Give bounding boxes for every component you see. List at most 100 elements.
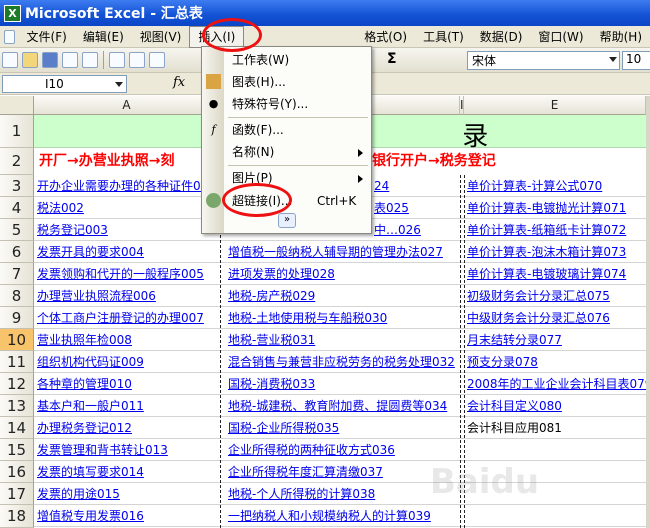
row-header[interactable]: 1 — [0, 115, 34, 148]
cell[interactable]: 国税-消费税033 — [226, 373, 460, 395]
cell[interactable]: 基本户和一般户011 — [35, 395, 220, 417]
row-header[interactable]: 14 — [0, 417, 34, 439]
print-preview-icon[interactable] — [129, 52, 145, 68]
row-header[interactable]: 5 — [0, 219, 34, 241]
menu-file[interactable]: 文件(F) — [19, 27, 75, 47]
cell[interactable]: 单价计算表-纸箱纸卡计算072 — [465, 219, 646, 241]
row-header[interactable]: 6 — [0, 241, 34, 263]
cell[interactable]: 混合销售与兼营非应税劳务的税务处理032 — [226, 351, 460, 373]
cell[interactable]: 24 — [372, 175, 460, 197]
spelling-icon[interactable] — [149, 52, 165, 68]
permission-icon[interactable] — [62, 52, 78, 68]
font-size-select[interactable]: 10 — [622, 51, 650, 70]
row-header[interactable]: 10 — [0, 329, 34, 351]
row-header[interactable]: 8 — [0, 285, 34, 307]
menu-item-special-symbol[interactable]: 特殊符号(Y)... — [202, 93, 371, 115]
cell[interactable]: 2008年的工业企业会计科目表079 — [465, 373, 646, 395]
cell[interactable]: 办理营业执照流程006 — [35, 285, 220, 307]
cell[interactable]: 开办企业需要办理的各种证件00 — [35, 175, 220, 197]
cell[interactable]: 进项发票的处理028 — [226, 263, 460, 285]
cell[interactable]: 中…026 — [372, 219, 460, 241]
chevron-down-icon[interactable] — [115, 82, 123, 87]
cell[interactable]: 税务登记003 — [35, 219, 220, 241]
cell[interactable]: 会计科目应用081 — [465, 417, 646, 439]
row-header[interactable]: 4 — [0, 197, 34, 219]
cell[interactable]: 增值税专用发票016 — [35, 505, 220, 527]
cell[interactable]: 会计科目定义080 — [465, 395, 646, 417]
cell[interactable]: 表025 — [372, 197, 460, 219]
cell[interactable]: 地税-房产税029 — [226, 285, 460, 307]
menu-tools[interactable]: 工具(T) — [415, 27, 472, 47]
cell[interactable]: 单价计算表-计算公式070 — [465, 175, 646, 197]
cell[interactable]: 一把纳税人和小规模纳税人的计算039 — [226, 505, 460, 527]
menu-edit[interactable]: 编辑(E) — [75, 27, 132, 47]
cell[interactable]: 国税-企业所得税035 — [226, 417, 460, 439]
menu-separator — [228, 117, 368, 118]
cell[interactable]: 发票开具的要求004 — [35, 241, 220, 263]
column-header[interactable]: E — [464, 96, 646, 115]
cell[interactable]: 发票的用途015 — [35, 483, 220, 505]
chevron-down-icon[interactable] — [609, 57, 617, 62]
vertical-scrollbar[interactable] — [646, 96, 650, 528]
expand-menu-chevron-icon[interactable]: » — [278, 213, 296, 228]
cell[interactable]: 单价计算表-泡沫木箱计算073 — [465, 241, 646, 263]
cell[interactable]: 地税-土地使用税与车船税030 — [226, 307, 460, 329]
cell[interactable]: 月末结转分录077 — [465, 329, 646, 351]
email-icon[interactable] — [82, 52, 98, 68]
font-name-select[interactable]: 宋体 — [467, 51, 620, 70]
row-header[interactable]: 2 — [0, 148, 34, 175]
save-icon[interactable] — [42, 52, 58, 68]
select-all-corner[interactable] — [0, 96, 34, 115]
menu-item-picture[interactable]: 图片(P) — [202, 167, 371, 189]
highlight-circle-hyperlink — [222, 183, 292, 217]
open-icon[interactable] — [22, 52, 38, 68]
row-header[interactable]: 12 — [0, 373, 34, 395]
cell[interactable]: 发票的填写要求014 — [35, 461, 220, 483]
cell[interactable]: 地税-个人所得税的计算038 — [226, 483, 460, 505]
row-header[interactable]: 7 — [0, 263, 34, 285]
cell[interactable]: 个体工商户注册登记的办理007 — [35, 307, 220, 329]
menu-view[interactable]: 视图(V) — [132, 27, 190, 47]
menu-item-chart[interactable]: 图表(H)... — [202, 71, 371, 93]
cell[interactable]: 组织机构代码证009 — [35, 351, 220, 373]
row-header[interactable]: 15 — [0, 439, 34, 461]
row-header[interactable]: 18 — [0, 505, 34, 528]
cell[interactable]: 企业所得税年度汇算清缴037 — [226, 461, 460, 483]
cell[interactable]: 中级财务会计分录汇总076 — [465, 307, 646, 329]
cell[interactable]: 发票领购和代开的一般程序005 — [35, 263, 220, 285]
fx-icon[interactable]: fx — [173, 75, 185, 90]
name-box[interactable]: I10 — [2, 75, 127, 93]
menu-window[interactable]: 窗口(W) — [530, 27, 591, 47]
cell[interactable]: 各种章的管理010 — [35, 373, 220, 395]
cell[interactable]: 单价计算表-电镀抛光计算071 — [465, 197, 646, 219]
row-header[interactable]: 17 — [0, 483, 34, 505]
row-header[interactable]: 11 — [0, 351, 34, 373]
submenu-arrow-icon — [358, 175, 363, 183]
cell[interactable]: 地税-营业税031 — [226, 329, 460, 351]
cell[interactable]: 单价计算表-电镀玻璃计算074 — [465, 263, 646, 285]
print-icon[interactable] — [109, 52, 125, 68]
menu-help[interactable]: 帮助(H) — [592, 27, 650, 47]
cell[interactable]: 发票管理和背书转让013 — [35, 439, 220, 461]
menu-bar: 文件(F) 编辑(E) 视图(V) 插入(I) 格式(O) 工具(T) 数据(D… — [0, 25, 650, 48]
cell[interactable]: 营业执照年检008 — [35, 329, 220, 351]
menu-item-function[interactable]: 函数(F)... — [202, 119, 371, 141]
menu-item-name[interactable]: 名称(N) — [202, 141, 371, 163]
row-header[interactable]: 9 — [0, 307, 34, 329]
column-header[interactable]: A — [34, 96, 220, 115]
new-icon[interactable] — [2, 52, 18, 68]
menu-format[interactable]: 格式(O) — [356, 27, 415, 47]
row-header[interactable]: 16 — [0, 461, 34, 483]
autosum-button[interactable]: Σ — [387, 51, 397, 67]
cell[interactable]: 企业所得税的两种征收方式036 — [226, 439, 460, 461]
cell[interactable]: 初级财务会计分录汇总075 — [465, 285, 646, 307]
cell[interactable]: 预支分录078 — [465, 351, 646, 373]
menu-item-worksheet[interactable]: 工作表(W) — [202, 49, 371, 71]
cell[interactable]: 办理税务登记012 — [35, 417, 220, 439]
menu-data[interactable]: 数据(D) — [472, 27, 531, 47]
cell[interactable]: 增值税一般纳税人辅导期的管理办法027 — [226, 241, 460, 263]
cell[interactable]: 税法002 — [35, 197, 220, 219]
row-header[interactable]: 13 — [0, 395, 34, 417]
row-header[interactable]: 3 — [0, 175, 34, 197]
cell[interactable]: 地税-城建税、教育附加费、提圆费等034 — [226, 395, 460, 417]
